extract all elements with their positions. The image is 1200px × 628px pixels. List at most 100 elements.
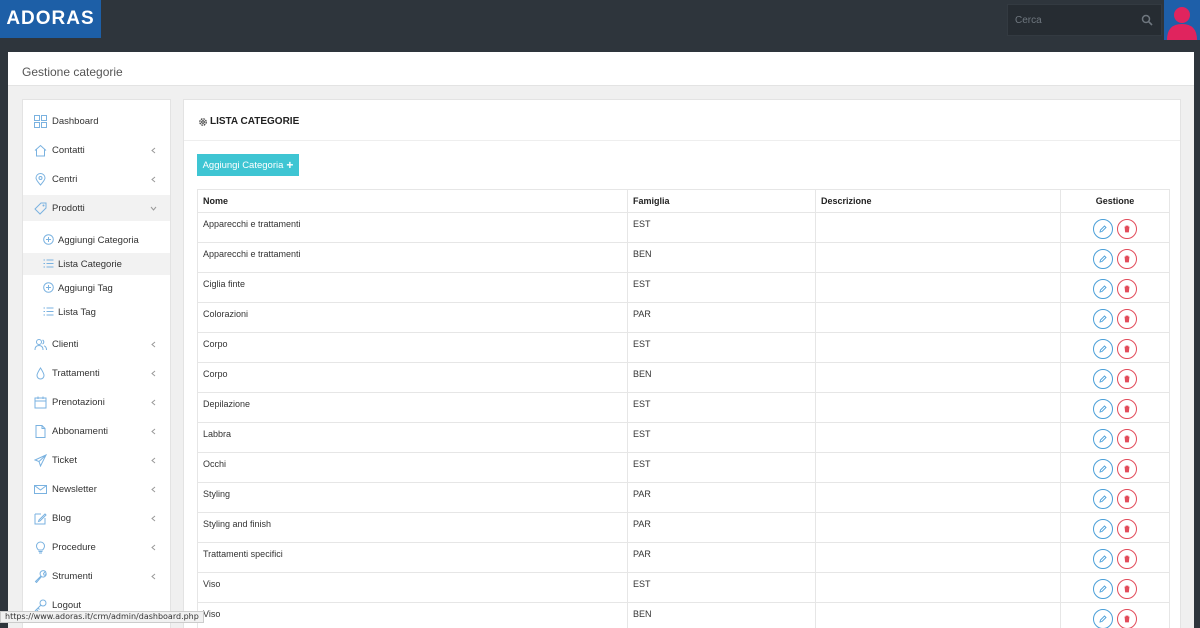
table-row: Viso BEN: [197, 602, 1170, 628]
edit-button[interactable]: [1093, 309, 1113, 329]
edit-button[interactable]: [1093, 519, 1113, 539]
sidebar-item-label: Centri: [52, 173, 78, 185]
cell-famiglia: PAR: [627, 512, 816, 543]
sidebar-item-label: Blog: [52, 512, 72, 524]
cell-descrizione: [815, 392, 1061, 423]
cell-gestione: [1060, 242, 1170, 273]
delete-button[interactable]: [1117, 579, 1137, 599]
sidebar-item-newsletter[interactable]: Newsletter: [23, 476, 170, 502]
logo[interactable]: ADORAS: [0, 0, 101, 38]
list-icon: [43, 307, 54, 316]
edit-button[interactable]: [1093, 579, 1113, 599]
edit-button[interactable]: [1093, 279, 1113, 299]
cell-descrizione: [815, 512, 1061, 543]
sidebar-item-procedure[interactable]: Procedure: [23, 534, 170, 560]
sidebar-item-label: Strumenti: [52, 570, 93, 582]
sidebar-item-prenotazioni[interactable]: Prenotazioni: [23, 389, 170, 415]
cell-famiglia: BEN: [627, 602, 816, 628]
sidebar-subitem-label: Aggiungi Categoria: [58, 235, 139, 246]
cell-famiglia: PAR: [627, 482, 816, 513]
cell-gestione: [1060, 362, 1170, 393]
column-header-nome[interactable]: Nome: [197, 189, 628, 213]
sidebar-item-label: Prodotti: [52, 202, 85, 214]
table-row: Apparecchi e trattamenti BEN: [197, 242, 1170, 273]
paper-plane-icon: [34, 453, 47, 467]
cell-nome: Viso: [197, 602, 628, 628]
user-icon: [1167, 7, 1197, 40]
table-row: Styling PAR: [197, 482, 1170, 513]
user-avatar[interactable]: [1164, 0, 1200, 40]
cell-nome: Trattamenti specifici: [197, 542, 628, 573]
edit-button[interactable]: [1093, 369, 1113, 389]
edit-button[interactable]: [1093, 609, 1113, 628]
cell-gestione: [1060, 572, 1170, 603]
table-row: Trattamenti specifici PAR: [197, 542, 1170, 573]
chevron-left-icon: [151, 515, 156, 521]
delete-button[interactable]: [1117, 429, 1137, 449]
table-row: Viso EST: [197, 572, 1170, 603]
delete-button[interactable]: [1117, 369, 1137, 389]
column-header-famiglia[interactable]: Famiglia: [627, 189, 816, 213]
edit-button[interactable]: [1093, 399, 1113, 419]
delete-button[interactable]: [1117, 279, 1137, 299]
edit-button[interactable]: [1093, 549, 1113, 569]
status-bar-url: https://www.adoras.it/crm/admin/dashboar…: [0, 611, 204, 623]
table-row: Ciglia finte EST: [197, 272, 1170, 303]
sidebar-item-ticket[interactable]: Ticket: [23, 447, 170, 473]
chevron-left-icon: [151, 428, 156, 434]
sidebar-item-prodotti[interactable]: Prodotti: [23, 195, 170, 221]
delete-button[interactable]: [1117, 459, 1137, 479]
edit-button[interactable]: [1093, 219, 1113, 239]
cell-gestione: [1060, 302, 1170, 333]
cell-nome: Apparecchi e trattamenti: [197, 242, 628, 273]
delete-button[interactable]: [1117, 339, 1137, 359]
edit-button[interactable]: [1093, 249, 1113, 269]
sidebar-item-clienti[interactable]: Clienti: [23, 331, 170, 357]
edit-button[interactable]: [1093, 339, 1113, 359]
sidebar-item-strumenti[interactable]: Strumenti: [23, 563, 170, 589]
cell-famiglia: EST: [627, 212, 816, 243]
delete-button[interactable]: [1117, 309, 1137, 329]
column-header-descrizione[interactable]: Descrizione: [815, 189, 1061, 213]
sidebar-subitem-lista-tag[interactable]: Lista Tag: [23, 301, 170, 323]
top-bar: ADORAS: [0, 0, 1200, 40]
plus-icon: +: [286, 158, 294, 172]
sidebar-item-trattamenti[interactable]: Trattamenti: [23, 360, 170, 386]
cell-descrizione: [815, 272, 1061, 303]
table-row: Depilazione EST: [197, 392, 1170, 423]
sidebar-item-label: Newsletter: [52, 483, 97, 495]
sidebar-item-label: Contatti: [52, 144, 85, 156]
categories-panel: LISTA CATEGORIE Aggiungi Categoria + Nom…: [183, 99, 1181, 628]
delete-button[interactable]: [1117, 399, 1137, 419]
delete-button[interactable]: [1117, 549, 1137, 569]
table-body: Apparecchi e trattamenti EST Apparecchi e …: [197, 212, 1170, 628]
delete-button[interactable]: [1117, 489, 1137, 509]
sidebar-subitem-aggiungi-categoria[interactable]: Aggiungi Categoria: [23, 229, 170, 251]
cell-famiglia: PAR: [627, 542, 816, 573]
search-input[interactable]: [1008, 5, 1138, 35]
edit-button[interactable]: [1093, 429, 1113, 449]
edit-button[interactable]: [1093, 459, 1113, 479]
cell-descrizione: [815, 242, 1061, 273]
sidebar-subitem-lista-categorie[interactable]: Lista Categorie: [23, 253, 170, 275]
sidebar-subitem-aggiungi-tag[interactable]: Aggiungi Tag: [23, 277, 170, 299]
cell-gestione: [1060, 422, 1170, 453]
sidebar-item-abbonamenti[interactable]: Abbonamenti: [23, 418, 170, 444]
sidebar-item-centri[interactable]: Centri: [23, 166, 170, 192]
cell-descrizione: [815, 482, 1061, 513]
delete-button[interactable]: [1117, 219, 1137, 239]
edit-button[interactable]: [1093, 489, 1113, 509]
cell-gestione: [1060, 482, 1170, 513]
page-wrapper: Gestione categorie Dashboard Contatti Ce…: [8, 52, 1194, 628]
sidebar-item-blog[interactable]: Blog: [23, 505, 170, 531]
search-icon[interactable]: [1141, 14, 1153, 26]
delete-button[interactable]: [1117, 249, 1137, 269]
delete-button[interactable]: [1117, 519, 1137, 539]
cell-nome: Ciglia finte: [197, 272, 628, 303]
sidebar-item-dashboard[interactable]: Dashboard: [23, 108, 170, 134]
cell-nome: Apparecchi e trattamenti: [197, 212, 628, 243]
table-row: Corpo BEN: [197, 362, 1170, 393]
sidebar-item-contatti[interactable]: Contatti: [23, 137, 170, 163]
add-category-button[interactable]: Aggiungi Categoria +: [197, 154, 299, 176]
delete-button[interactable]: [1117, 609, 1137, 628]
